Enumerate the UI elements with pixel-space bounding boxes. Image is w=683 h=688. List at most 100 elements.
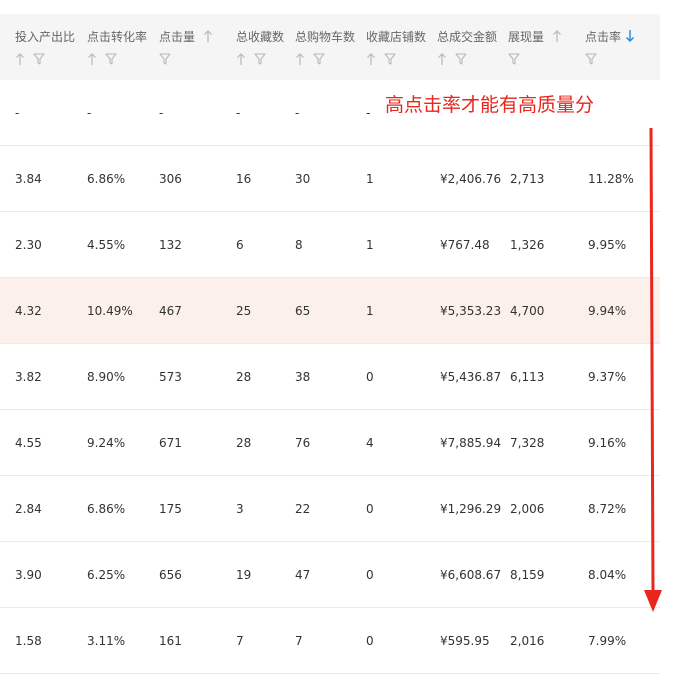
table-row[interactable]: 4.32 10.49% 467 25 65 1 ¥5,353.23 4,700 9.94%	[0, 278, 660, 344]
cell-cvr: 3.11%	[87, 634, 126, 648]
cell-roi: -	[15, 106, 20, 120]
cell-cvr: 6.25%	[87, 568, 126, 582]
cell-favorites: 7	[236, 634, 244, 648]
cell-cvr: 6.86%	[87, 172, 126, 186]
cell-clicks: 175	[159, 502, 182, 516]
column-header-ctr[interactable]: 点击率	[582, 14, 654, 80]
cell-gmv: ¥1,296.29	[440, 502, 502, 516]
table-row[interactable]: 4.55 9.24% 671 28 76 4 ¥7,885.94 7,328 9.16%	[0, 410, 660, 476]
filter-funnel-icon[interactable]	[159, 51, 171, 65]
cell-cart: 65	[295, 304, 311, 318]
filter-funnel-icon[interactable]	[33, 51, 45, 65]
cell-cart: 7	[295, 634, 303, 648]
cell-roi: 3.82	[15, 370, 42, 384]
table-row[interactable]: 2.30 4.55% 132 6 8 1 ¥767.48 1,326 9.95%	[0, 212, 660, 278]
cell-roi: 2.84	[15, 502, 42, 516]
filter-funnel-icon[interactable]	[508, 51, 520, 65]
cell-favorites: 28	[236, 370, 252, 384]
table-row[interactable]: 2.84 6.86% 175 3 22 0 ¥1,296.29 2,006 8.72%	[0, 476, 660, 542]
cell-gmv: ¥5,436.87	[440, 370, 502, 384]
cell-favorites: 28	[236, 436, 252, 450]
column-header-impressions[interactable]: 展现量	[505, 14, 577, 80]
cell-cvr: 8.90%	[87, 370, 126, 384]
column-header-label: 展现量	[508, 30, 545, 44]
cell-roi: 4.55	[15, 436, 42, 450]
cell-favorites: -	[236, 106, 241, 120]
cell-favorites: 19	[236, 568, 252, 582]
cell-gmv: ¥2,406.76	[440, 172, 502, 186]
column-header-shop_fav[interactable]: 收藏店铺数	[363, 14, 435, 80]
cell-gmv: ¥595.95	[440, 634, 490, 648]
cell-cvr: 4.55%	[87, 238, 126, 252]
cell-cart: 22	[295, 502, 311, 516]
cell-ctr: 7.99%	[588, 634, 627, 648]
cell-ctr: 8.72%	[588, 502, 627, 516]
filter-funnel-icon[interactable]	[254, 51, 266, 65]
cell-shop_fav: 1	[366, 238, 374, 252]
cell-clicks: 671	[159, 436, 182, 450]
cell-favorites: 6	[236, 238, 244, 252]
cell-shop_fav: 4	[366, 436, 374, 450]
sort-asc-icon[interactable]	[87, 51, 99, 65]
column-header-cvr[interactable]: 点击转化率	[84, 14, 156, 80]
column-header-label: 总收藏数	[236, 30, 285, 44]
sort-asc-icon[interactable]	[203, 28, 213, 42]
cell-shop_fav: 0	[366, 502, 374, 516]
filter-funnel-icon[interactable]	[105, 51, 117, 65]
cell-shop_fav: 0	[366, 370, 374, 384]
sort-asc-icon[interactable]	[236, 51, 248, 65]
cell-gmv: ¥5,353.23	[440, 304, 502, 318]
sort-asc-icon[interactable]	[366, 51, 378, 65]
cell-shop_fav: 1	[366, 172, 374, 186]
cell-cart: 38	[295, 370, 311, 384]
cell-cvr: 6.86%	[87, 502, 126, 516]
cell-clicks: 573	[159, 370, 182, 384]
cell-roi: 3.84	[15, 172, 42, 186]
cell-cart: 76	[295, 436, 311, 450]
filter-funnel-icon[interactable]	[455, 51, 467, 65]
cell-impressions: 7,328	[510, 436, 545, 450]
table-row[interactable]: 1.58 3.11% 161 7 7 0 ¥595.95 2,016 7.99%	[0, 608, 660, 674]
cell-roi: 2.30	[15, 238, 42, 252]
column-header-cart[interactable]: 总购物车数	[292, 14, 364, 80]
table-body: - - - - - -3.84 6.86% 306 16 30 1 ¥2,406.76 2,713 11.…	[0, 80, 660, 674]
sort-asc-icon[interactable]	[552, 28, 562, 42]
column-header-gmv[interactable]: 总成交金额	[434, 14, 506, 80]
cell-cart: 30	[295, 172, 311, 186]
cell-impressions: 2,713	[510, 172, 545, 186]
cell-shop_fav: 1	[366, 304, 374, 318]
column-header-label: 点击转化率	[87, 30, 148, 44]
cell-impressions: 4,700	[510, 304, 545, 318]
cell-impressions: 2,016	[510, 634, 545, 648]
cell-ctr: 8.04%	[588, 568, 627, 582]
table-row[interactable]: 3.82 8.90% 573 28 38 0 ¥5,436.87 6,113 9.37%	[0, 344, 660, 410]
cell-gmv: ¥767.48	[440, 238, 490, 252]
cell-cart: -	[295, 106, 300, 120]
filter-funnel-icon[interactable]	[585, 51, 597, 65]
cell-cvr: 9.24%	[87, 436, 126, 450]
column-header-roi[interactable]: 投入产出比	[12, 14, 84, 80]
column-header-clicks[interactable]: 点击量	[156, 14, 228, 80]
cell-clicks: -	[159, 106, 164, 120]
cell-shop_fav: 0	[366, 568, 374, 582]
sort-asc-icon[interactable]	[15, 51, 27, 65]
cell-cvr: -	[87, 106, 92, 120]
cell-shop_fav: 0	[366, 634, 374, 648]
cell-clicks: 656	[159, 568, 182, 582]
column-header-label: 总购物车数	[295, 30, 356, 44]
filter-funnel-icon[interactable]	[313, 51, 325, 65]
cell-clicks: 306	[159, 172, 182, 186]
cell-impressions: 1,326	[510, 238, 545, 252]
cell-roi: 3.90	[15, 568, 42, 582]
table-row[interactable]: 3.90 6.25% 656 19 47 0 ¥6,608.67 8,159 8.04%	[0, 542, 660, 608]
column-header-label: 收藏店铺数	[366, 30, 427, 44]
sort-asc-icon[interactable]	[437, 51, 449, 65]
filter-funnel-icon[interactable]	[384, 51, 396, 65]
column-header-label: 投入产出比	[15, 30, 76, 44]
cell-impressions: 6,113	[510, 370, 545, 384]
sort-asc-icon[interactable]	[295, 51, 307, 65]
cell-favorites: 16	[236, 172, 252, 186]
sort-desc-icon[interactable]	[625, 28, 635, 42]
table-row[interactable]: 3.84 6.86% 306 16 30 1 ¥2,406.76 2,713 11.28%	[0, 146, 660, 212]
cell-impressions: 8,159	[510, 568, 545, 582]
